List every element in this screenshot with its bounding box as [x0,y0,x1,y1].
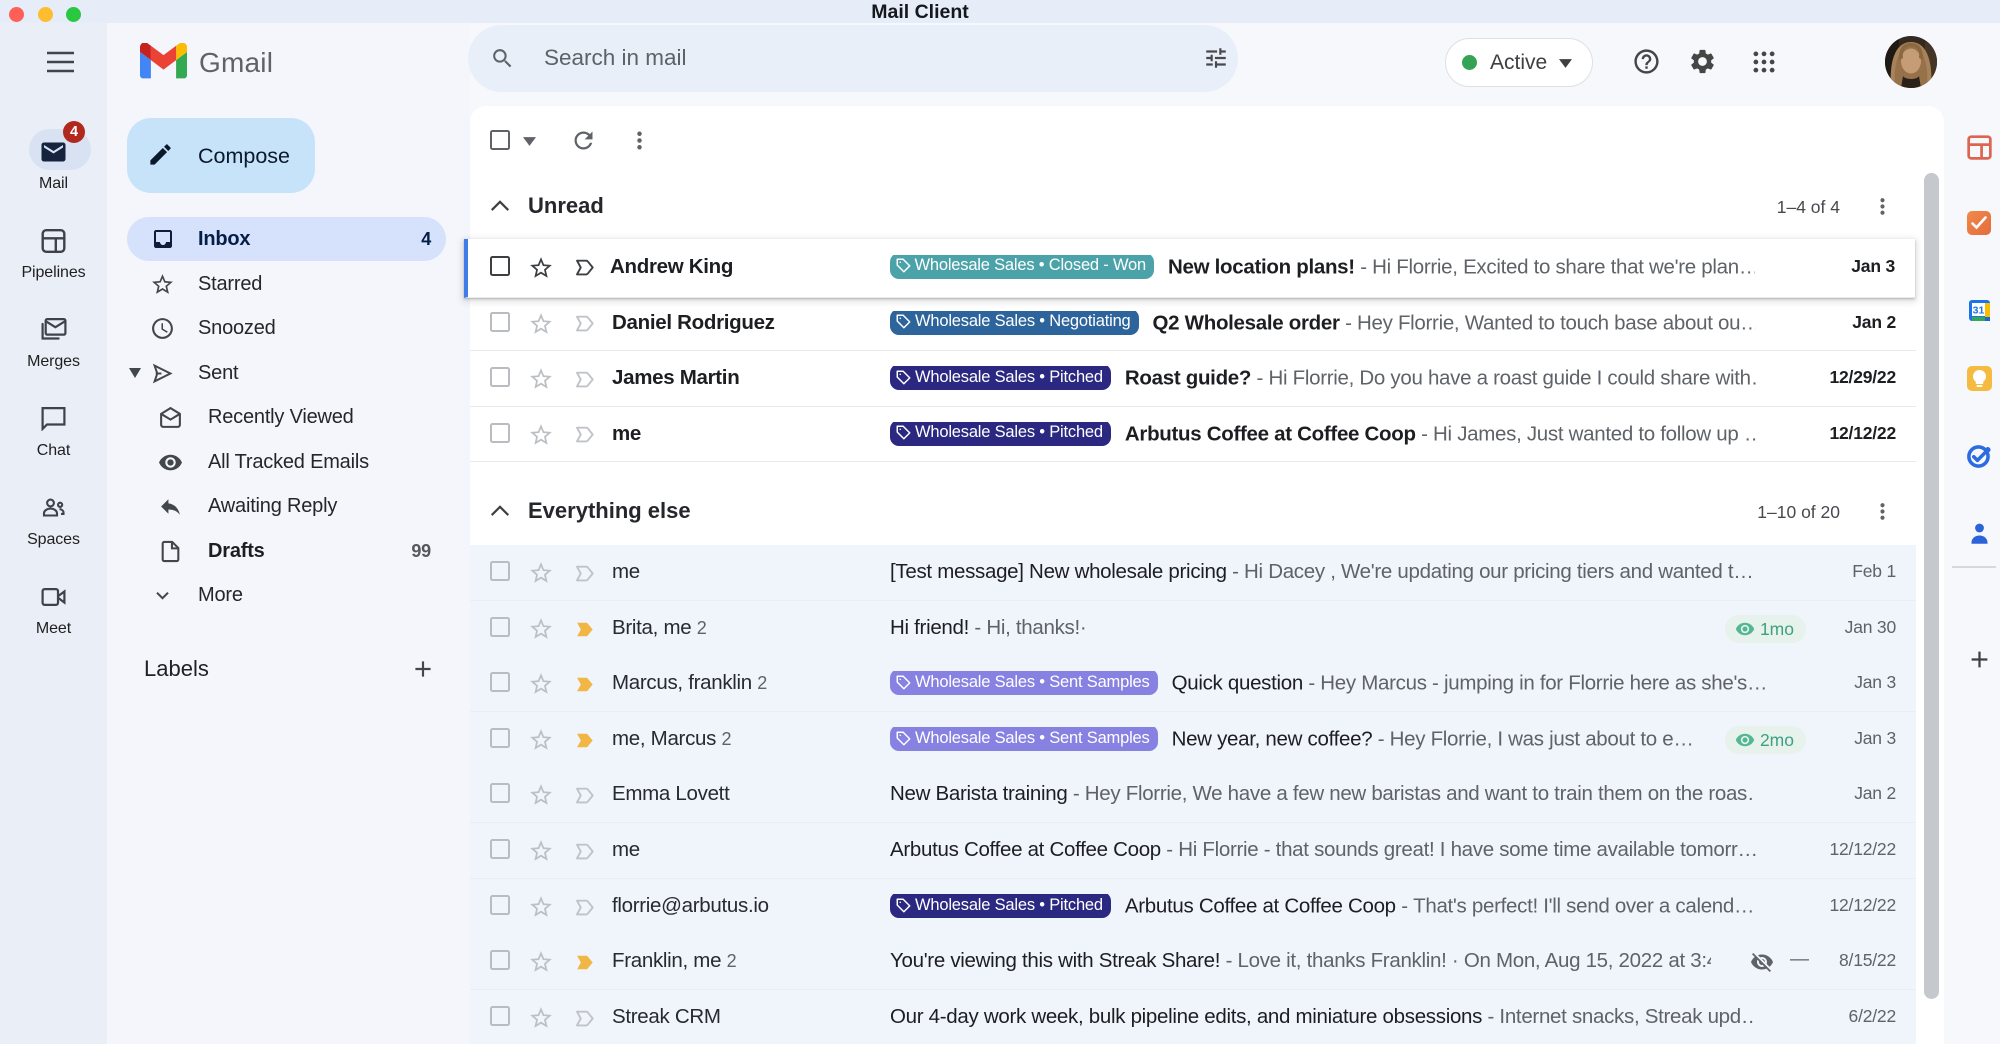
svg-text:31: 31 [1973,305,1985,317]
